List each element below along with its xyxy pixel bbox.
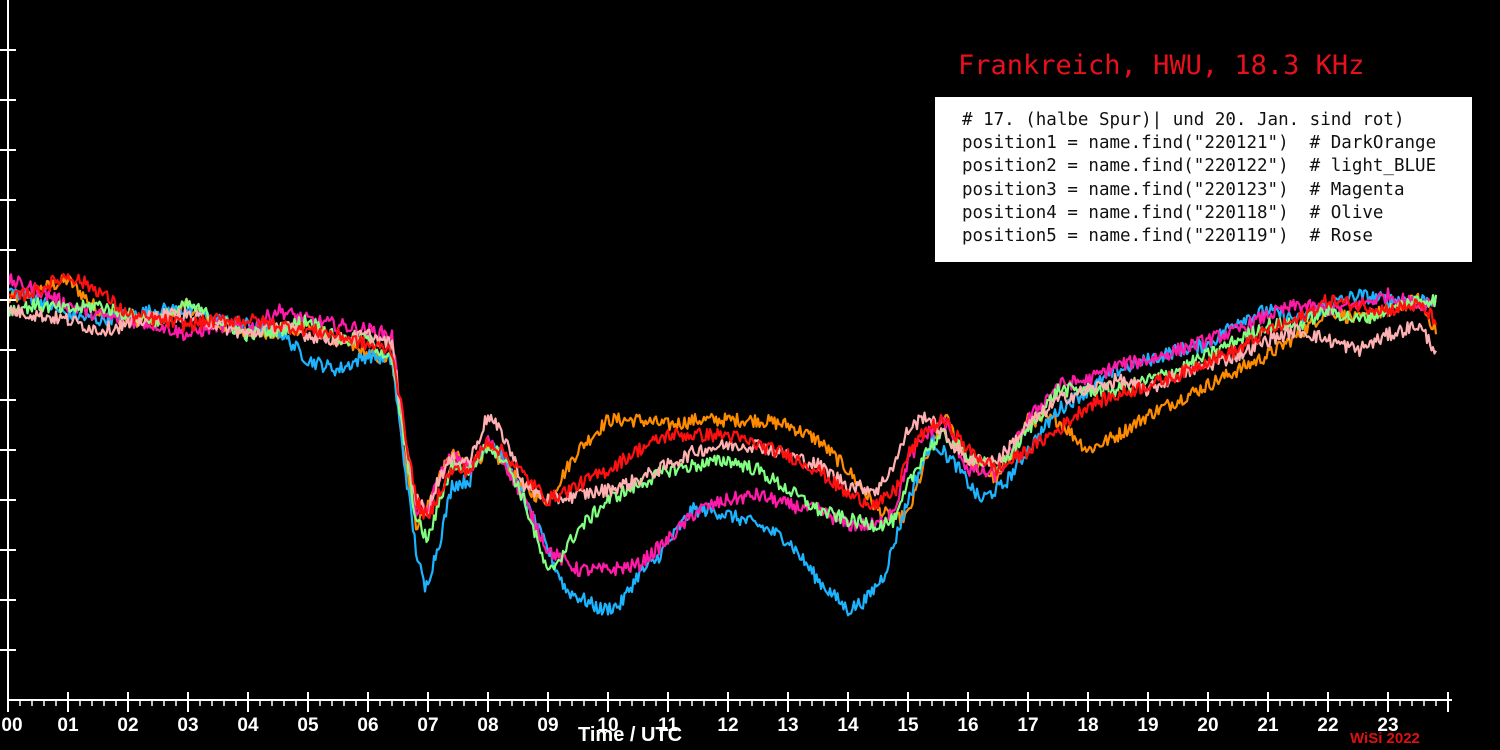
x-tick-label: 07 bbox=[417, 715, 438, 736]
x-tick-label: 19 bbox=[1137, 715, 1158, 736]
x-tick-label: 16 bbox=[957, 715, 978, 736]
x-tick-label: 20 bbox=[1197, 715, 1218, 736]
legend-line: position1 = name.find("220121") # DarkOr… bbox=[962, 133, 1437, 154]
x-tick-label: 18 bbox=[1077, 715, 1098, 736]
x-tick-label: 05 bbox=[297, 715, 319, 736]
x-tick-label: 17 bbox=[1017, 715, 1038, 736]
x-tick-label: 22 bbox=[1317, 715, 1338, 736]
x-tick-label: 03 bbox=[177, 715, 198, 736]
credit-label: WiSi 2022 bbox=[1350, 730, 1420, 747]
legend-line: position2 = name.find("220122") # light_… bbox=[962, 156, 1437, 177]
x-tick-label: 09 bbox=[537, 715, 558, 736]
legend-line: position3 = name.find("220123") # Magent… bbox=[962, 179, 1405, 200]
x-tick-label: 21 bbox=[1257, 715, 1279, 736]
x-tick-label: 14 bbox=[837, 715, 859, 736]
x-tick-label: 02 bbox=[117, 715, 138, 736]
x-tick-label: 13 bbox=[777, 715, 798, 736]
x-tick-label: 01 bbox=[57, 715, 79, 736]
series-line-1 bbox=[6, 274, 1438, 531]
x-tick-label: 06 bbox=[357, 715, 378, 736]
legend-line: position5 = name.find("220119") # Rose bbox=[962, 226, 1373, 247]
x-tick-label: 15 bbox=[897, 715, 919, 736]
x-tick-label: 04 bbox=[237, 715, 259, 736]
legend-line: position4 = name.find("220118") # Olive bbox=[962, 202, 1384, 223]
x-axis-label: Time / UTC bbox=[578, 724, 683, 746]
chart-title: Frankreich, HWU, 18.3 KHz bbox=[958, 50, 1365, 81]
legend-line: # 17. (halbe Spur)| und 20. Jan. sind ro… bbox=[962, 110, 1405, 130]
legend: # 17. (halbe Spur)| und 20. Jan. sind ro… bbox=[935, 97, 1472, 262]
series-line-6 bbox=[7, 272, 1438, 520]
x-tick-label: 08 bbox=[477, 715, 498, 736]
tick-label-layer: 00 01 02 03 04 05 06 07 08 09 10 11 12 13 14 15 16 17 18 19… bbox=[1, 715, 1398, 736]
x-tick-label: 12 bbox=[717, 715, 738, 736]
x-tick-label: 00 bbox=[1, 715, 22, 736]
series-layer bbox=[6, 272, 1438, 617]
